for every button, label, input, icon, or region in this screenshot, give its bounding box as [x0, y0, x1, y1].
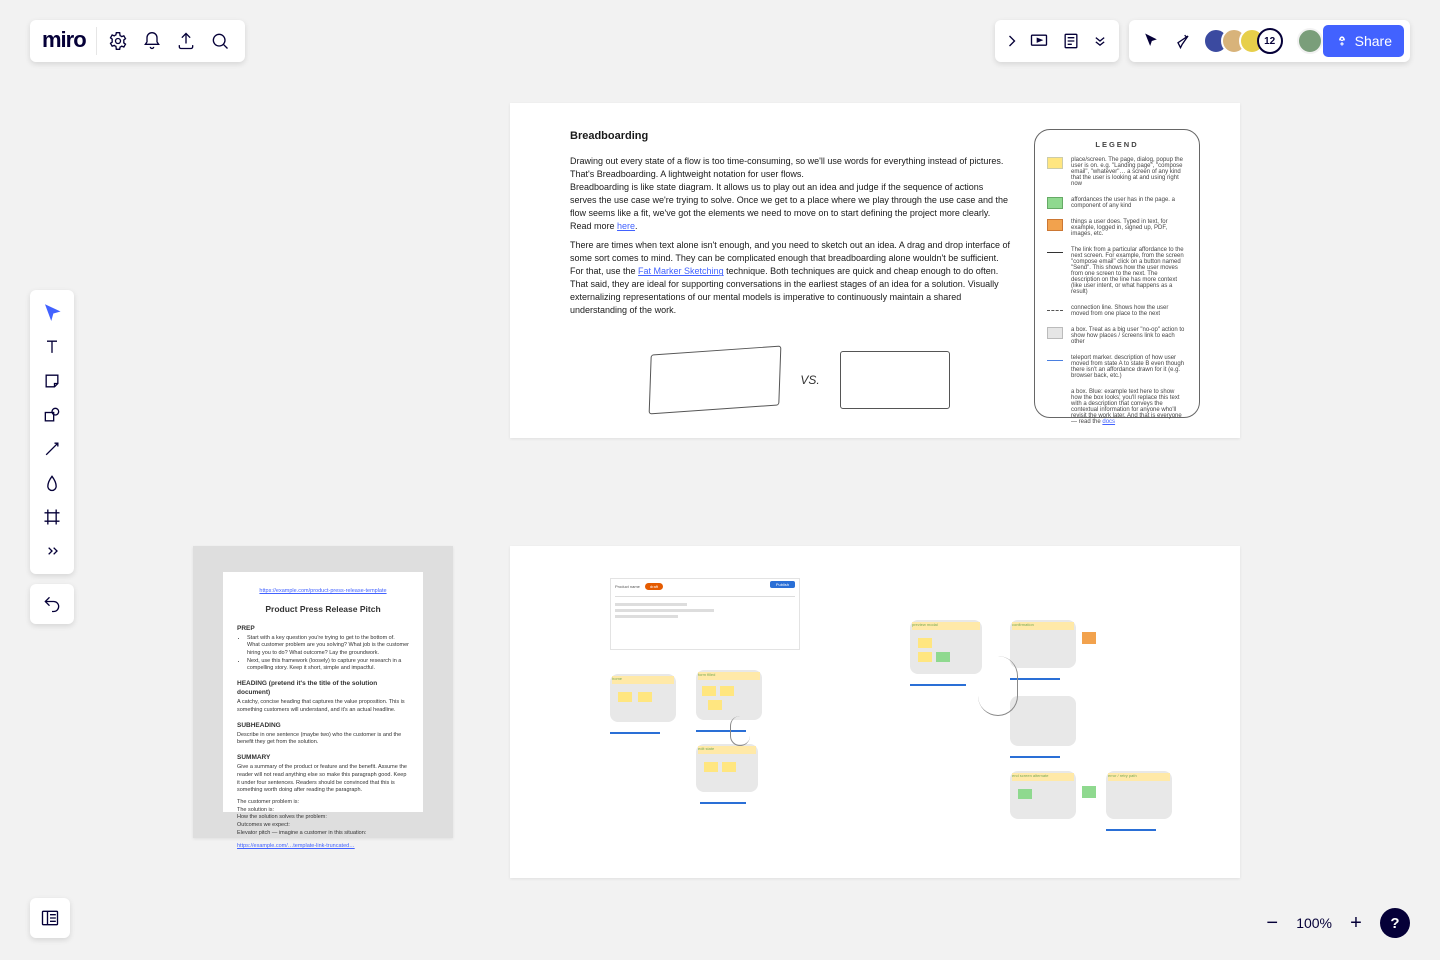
frame-flow-diagram[interactable]: Product name draft Publish home form fil… [510, 546, 1240, 878]
legend-title: LEGEND [1047, 140, 1187, 149]
doc-text: The customer problem is: [237, 799, 409, 807]
flow-node[interactable]: preview modal [910, 620, 982, 674]
legend-text: teleport marker. description of how user… [1071, 355, 1187, 379]
frame-press-release[interactable]: https://example.com/product-press-releas… [193, 546, 453, 838]
doc-title: Product Press Release Pitch [237, 604, 409, 616]
legend-swatch-place [1047, 157, 1063, 169]
flow-label[interactable] [910, 678, 966, 686]
node-title: home [612, 676, 674, 684]
connector [730, 716, 750, 746]
flow-node[interactable]: error / retry path [1106, 771, 1172, 819]
legend-text: a box. Blue: example text here to show h… [1071, 389, 1187, 425]
sketch-breadboard [649, 346, 782, 415]
node-title: end screen alternate [1012, 773, 1074, 781]
doc-h-sum: SUMMARY [237, 753, 409, 762]
node-title: error / retry path [1108, 773, 1170, 781]
legend-swatch-note [1047, 389, 1063, 401]
node-title: confirmation [1012, 622, 1074, 630]
legend-swatch-link [1047, 252, 1063, 253]
legend-swatch-teleport [1047, 360, 1063, 361]
doc-text: Describe in one sentence (maybe two) who… [237, 732, 409, 747]
connector [978, 656, 1018, 716]
flow-node[interactable] [1010, 696, 1076, 746]
publish-button-mock: Publish [770, 581, 795, 588]
doc-bottom-link[interactable]: https://example.com/…template-link-trunc… [237, 843, 409, 851]
legend-card[interactable]: LEGEND place/screen. The page, dialog, p… [1034, 129, 1200, 418]
doc-text: How the solution solves the problem: [237, 814, 409, 822]
sketch-product [840, 351, 950, 409]
flow-node[interactable]: home [610, 674, 676, 722]
text: Breadboarding is like state diagram. It … [570, 181, 1010, 233]
vs-label: VS. [800, 373, 819, 387]
breadboarding-illustration: VS. [610, 340, 990, 420]
fat-marker-link[interactable]: Fat Marker Sketching [638, 266, 724, 276]
node-title: preview modal [912, 622, 980, 630]
flow-label[interactable] [1106, 823, 1156, 831]
board-canvas[interactable]: Breadboarding Drawing out every state of… [0, 0, 1440, 960]
text: There are times when text alone isn't en… [570, 239, 1010, 317]
legend-text: things a user does. Typed in text, for e… [1071, 219, 1187, 237]
flow-node[interactable]: form filled [696, 670, 762, 720]
doc-h-sub: SUBHEADING [237, 721, 409, 730]
flow-label[interactable] [700, 796, 746, 804]
form-mockup: Product name draft Publish [610, 578, 800, 650]
flow-node[interactable]: edit state [696, 744, 758, 792]
flow-node[interactable]: confirmation [1010, 620, 1076, 668]
node-title: edit state [698, 746, 756, 754]
doc-text: Give a summary of the product or feature… [237, 764, 409, 795]
text: Drawing out every state of a flow is too… [570, 155, 1010, 181]
frame-breadboarding[interactable]: Breadboarding Drawing out every state of… [510, 103, 1240, 438]
doc-text: A catchy, concise heading that captures … [237, 699, 409, 714]
legend-text: connection line. Shows how the user move… [1071, 305, 1187, 317]
legend-swatch-connection [1047, 310, 1063, 311]
flow-label[interactable] [1010, 750, 1060, 758]
legend-swatch-action [1047, 219, 1063, 231]
doc-h-heading: HEADING (pretend it's the title of the s… [237, 679, 409, 697]
legend-text: affordances the user has in the page. a … [1071, 197, 1187, 209]
sticky[interactable] [1082, 786, 1096, 798]
legend-text: The link from a particular affordance to… [1071, 247, 1187, 295]
doc-page: https://example.com/product-press-releas… [223, 572, 423, 812]
legend-text: a box. Treat as a big user "no-op" actio… [1071, 327, 1187, 345]
sticky[interactable] [1082, 632, 1096, 644]
doc-top-link[interactable]: https://example.com/product-press-releas… [237, 588, 409, 596]
flow-node[interactable]: end screen alternate [1010, 771, 1076, 819]
node-title: form filled [698, 672, 760, 680]
doc-text: The solution is: [237, 807, 409, 815]
doc-text: Elevator pitch — imagine a customer in t… [237, 830, 409, 838]
doc-text: Outcomes we expect: [237, 822, 409, 830]
status-pill: draft [645, 583, 663, 590]
breadboarding-title: Breadboarding [570, 129, 1010, 145]
flow-label[interactable] [610, 726, 660, 734]
read-more-link[interactable]: here [617, 221, 635, 231]
doc-h-prep: PREP [237, 624, 409, 633]
legend-link[interactable]: docs [1102, 419, 1115, 425]
legend-swatch-box [1047, 327, 1063, 339]
legend-swatch-affordance [1047, 197, 1063, 209]
legend-text: place/screen. The page, dialog, popup th… [1071, 157, 1187, 187]
form-title: Product name [615, 584, 640, 589]
doc-prep-list: Start with a key question you're trying … [237, 635, 409, 673]
